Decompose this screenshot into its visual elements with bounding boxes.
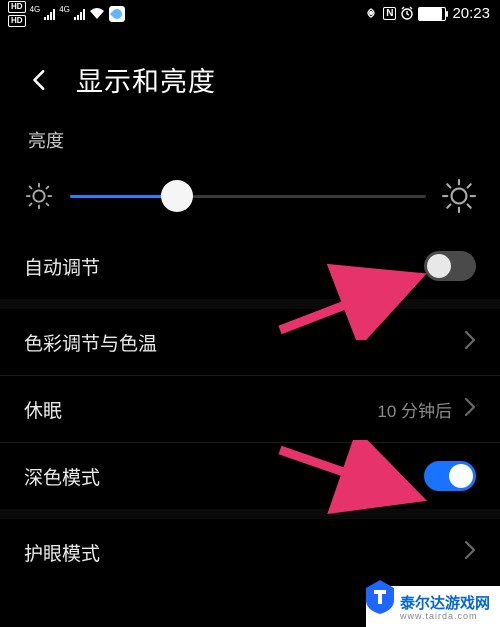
brightness-slider-row [24, 157, 476, 233]
dark-mode-row: 深色模式 [24, 443, 476, 509]
alarm-icon [400, 6, 414, 22]
auto-brightness-label: 自动调节 [24, 253, 100, 280]
auto-brightness-toggle[interactable] [424, 251, 476, 281]
sleep-row[interactable]: 休眠 10 分钟后 [24, 376, 476, 442]
clock: 20:23 [452, 5, 490, 22]
sun-high-icon [442, 179, 476, 213]
wifi-icon [89, 7, 105, 21]
eye-comfort-row[interactable]: 护眼模式 [24, 519, 476, 585]
chevron-right-icon [464, 330, 476, 355]
color-temp-label: 色彩调节与色温 [24, 329, 157, 356]
sun-low-icon [24, 181, 54, 211]
chevron-right-icon [464, 397, 476, 422]
watermark-sub: www.tairda.com [400, 611, 490, 621]
dark-mode-label: 深色模式 [24, 463, 100, 490]
brightness-slider[interactable] [70, 180, 426, 212]
eye-comfort-icon [363, 7, 379, 21]
signal-2-icon [74, 8, 85, 20]
status-bar: HD HD 4G 4G N 20:23 [0, 0, 500, 24]
hd-badge-1: HD [8, 1, 26, 13]
sleep-label: 休眠 [24, 396, 62, 423]
sleep-value: 10 分钟后 [377, 397, 452, 422]
signal-1-icon [44, 8, 55, 20]
brightness-label: 亮度 [24, 115, 476, 157]
status-right: N 20:23 [363, 5, 490, 22]
watermark-text: 泰尔达游戏网 [400, 595, 490, 612]
app-icon [109, 6, 125, 22]
hd-badge-2: HD [8, 15, 26, 27]
page-title: 显示和亮度 [76, 60, 216, 99]
battery-icon [418, 7, 446, 21]
watermark-logo-icon [360, 576, 400, 616]
dark-mode-toggle[interactable] [424, 461, 476, 491]
header: 显示和亮度 [0, 24, 500, 115]
slider-thumb[interactable] [161, 180, 193, 212]
color-temp-row[interactable]: 色彩调节与色温 [24, 309, 476, 375]
status-left: HD HD 4G 4G [8, 1, 125, 27]
eye-comfort-label: 护眼模式 [24, 539, 100, 566]
auto-brightness-row: 自动调节 [24, 233, 476, 299]
net-type-2: 4G [59, 5, 70, 14]
nfc-icon: N [383, 7, 396, 20]
watermark: 泰尔达游戏网 www.tairda.com [366, 586, 500, 627]
net-type-1: 4G [30, 5, 41, 14]
back-button[interactable] [28, 67, 54, 93]
chevron-right-icon [464, 540, 476, 565]
